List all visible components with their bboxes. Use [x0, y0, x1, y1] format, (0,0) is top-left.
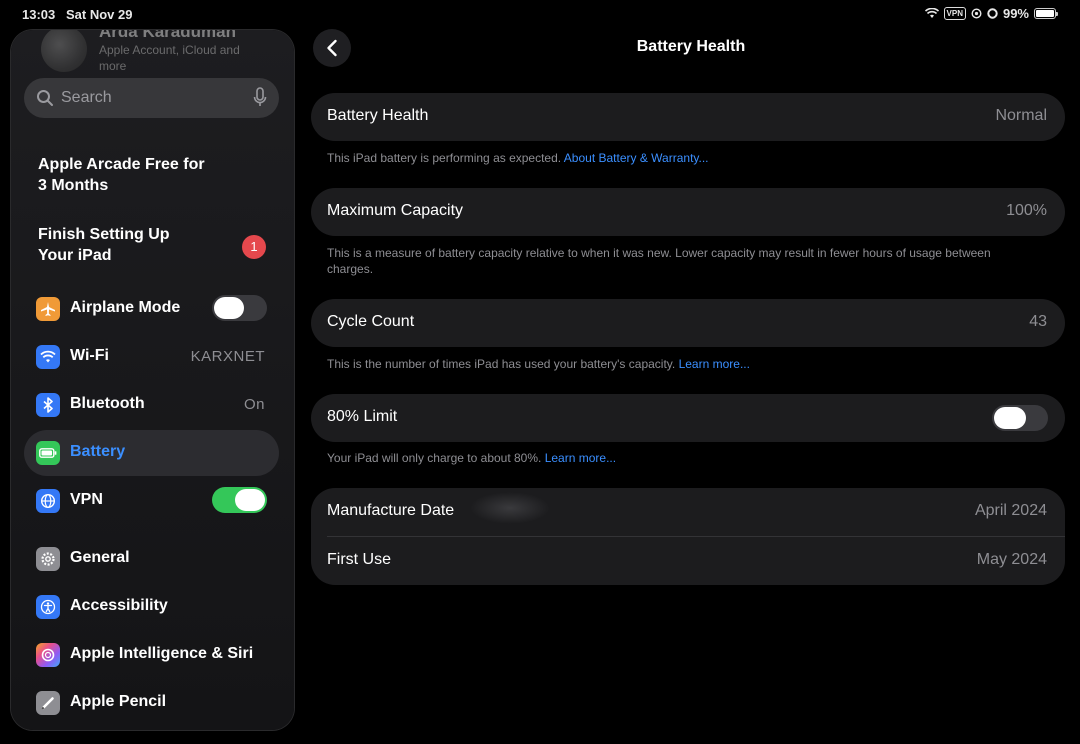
sidebar-item-vpn[interactable]: VPN	[24, 478, 279, 524]
apple-arcade-promo[interactable]: Apple Arcade Free for 3 Months	[38, 154, 205, 196]
chevron-left-icon	[327, 39, 337, 57]
limit-80-card: 80% Limit	[311, 394, 1065, 442]
finish-setup-item[interactable]: Finish Setting Up Your iPad	[38, 224, 170, 266]
battery-health-value: Normal	[995, 107, 1047, 124]
sidebar-item-accessibility[interactable]: Accessibility	[24, 584, 279, 630]
limit-80-learn-more-link[interactable]: Learn more...	[545, 451, 616, 465]
maximum-capacity-label: Maximum Capacity	[327, 202, 464, 219]
battery-health-card: Battery Health Normal	[311, 93, 1065, 141]
profile-name: Arda Karaduman	[99, 30, 236, 41]
battery-status-icon	[1034, 8, 1058, 19]
sidebar: Arda Karaduman Apple Account, iCloud and…	[11, 30, 294, 730]
search-input[interactable]: Search	[24, 78, 279, 118]
microphone-icon[interactable]	[253, 87, 267, 109]
dates-card: Manufacture Date April 2024 First Use Ma…	[311, 488, 1065, 585]
location-status-icon	[971, 8, 982, 19]
accessibility-icon	[36, 595, 60, 619]
first-use-value: May 2024	[976, 551, 1047, 568]
airplane-mode-toggle[interactable]	[212, 295, 267, 321]
avatar	[41, 30, 87, 72]
airplane-icon	[36, 297, 60, 321]
maximum-capacity-value: 100%	[1006, 202, 1047, 219]
sidebar-item-airplane-mode[interactable]: Airplane Mode	[24, 286, 279, 332]
sidebar-item-label: Battery	[70, 443, 126, 460]
about-battery-warranty-link[interactable]: About Battery & Warranty...	[564, 151, 709, 165]
profile-subtitle: Apple Account, iCloud and more	[99, 43, 240, 73]
notification-badge: 1	[242, 235, 266, 259]
finish-setup-line-1: Finish Setting Up	[38, 226, 170, 243]
cycle-count-label: Cycle Count	[327, 313, 415, 330]
first-use-label: First Use	[327, 551, 391, 568]
sidebar-item-label: Wi-Fi	[70, 347, 109, 364]
sidebar-item-label: VPN	[70, 491, 103, 508]
promo-line-2: 3 Months	[38, 177, 109, 194]
battery-health-label: Battery Health	[327, 107, 429, 124]
bluetooth-value: On	[243, 396, 265, 413]
vpn-toggle[interactable]	[212, 487, 267, 513]
manufacture-date-label: Manufacture Date	[327, 502, 455, 519]
status-bar: 13:03 Sat Nov 29 VPN 99%	[0, 0, 1080, 28]
promo-line-1: Apple Arcade Free for	[38, 156, 205, 173]
sidebar-item-bluetooth[interactable]: Bluetooth On	[24, 382, 279, 428]
status-date: Sat Nov 29	[66, 7, 133, 22]
sidebar-item-label: Apple Intelligence & Siri	[70, 645, 254, 662]
maximum-capacity-card: Maximum Capacity 100%	[311, 188, 1065, 236]
focus-status-icon	[987, 8, 998, 19]
sidebar-item-wifi[interactable]: Wi-Fi KARXNET	[24, 334, 279, 380]
limit-80-caption-text: Your iPad will only charge to about 80%.	[327, 451, 542, 465]
status-time: 13:03	[22, 7, 56, 22]
maximum-capacity-row: Maximum Capacity 100%	[311, 188, 1065, 236]
redaction-blur	[470, 492, 550, 524]
bluetooth-icon	[36, 393, 60, 417]
sidebar-item-label: Accessibility	[70, 597, 168, 614]
limit-80-toggle[interactable]	[992, 405, 1048, 431]
sidebar-item-apple-pencil[interactable]: Apple Pencil	[24, 680, 279, 726]
wifi-status-icon	[924, 8, 939, 18]
wifi-network-value: KARXNET	[190, 348, 265, 365]
status-icons: VPN 99%	[924, 6, 1058, 21]
battery-icon	[36, 441, 60, 465]
limit-80-row: 80% Limit	[311, 394, 1065, 442]
manufacture-date-value: April 2024	[974, 502, 1047, 519]
sidebar-item-label: Bluetooth	[70, 395, 145, 412]
sidebar-item-label: General	[70, 549, 130, 566]
cycle-count-card: Cycle Count 43	[311, 299, 1065, 347]
sidebar-item-general[interactable]: General	[24, 536, 279, 582]
manufacture-date-row: Manufacture Date April 2024	[311, 488, 1065, 536]
cycle-count-value: 43	[1029, 313, 1047, 330]
limit-80-caption: Your iPad will only charge to about 80%.…	[327, 450, 1037, 466]
pencil-icon	[36, 691, 60, 715]
battery-health-caption-text: This iPad battery is performing as expec…	[327, 151, 562, 165]
vpn-globe-icon	[36, 489, 60, 513]
sidebar-item-apple-intelligence-siri[interactable]: Apple Intelligence & Siri	[24, 632, 279, 678]
page-title: Battery Health	[636, 38, 746, 55]
cycle-count-row: Cycle Count 43	[311, 299, 1065, 347]
search-icon	[37, 90, 53, 106]
battery-percent: 99%	[1002, 6, 1029, 21]
battery-health-row: Battery Health Normal	[311, 93, 1065, 141]
first-use-row: First Use May 2024	[311, 537, 1065, 585]
cycle-count-caption-text: This is the number of times iPad has use…	[327, 357, 676, 371]
sidebar-item-label: Airplane Mode	[70, 299, 181, 316]
sidebar-item-battery[interactable]: Battery	[24, 430, 279, 476]
search-placeholder: Search	[61, 89, 112, 106]
profile-row[interactable]: Arda Karaduman Apple Account, iCloud and…	[41, 30, 281, 74]
finish-setup-line-2: Your iPad	[38, 247, 112, 264]
battery-health-caption: This iPad battery is performing as expec…	[327, 150, 1037, 166]
cycle-count-learn-more-link[interactable]: Learn more...	[679, 357, 750, 371]
wifi-icon	[36, 345, 60, 369]
sidebar-item-label: Apple Pencil	[70, 693, 167, 710]
maximum-capacity-caption: This is a measure of battery capacity re…	[327, 246, 991, 276]
gear-icon	[36, 547, 60, 571]
limit-80-label: 80% Limit	[327, 408, 398, 425]
vpn-status-badge: VPN	[943, 7, 966, 20]
back-button[interactable]	[313, 29, 351, 67]
siri-icon	[36, 643, 60, 667]
cycle-count-caption: This is the number of times iPad has use…	[327, 356, 1037, 372]
